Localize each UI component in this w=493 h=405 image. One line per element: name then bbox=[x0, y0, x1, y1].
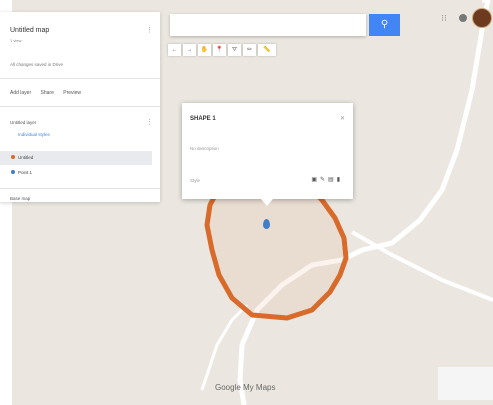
layer-style-link[interactable]: Individual styles bbox=[18, 132, 50, 137]
google-logo: Google My Maps bbox=[215, 383, 276, 392]
pin-icon bbox=[11, 170, 15, 174]
map-title[interactable]: Untitled map bbox=[10, 27, 49, 34]
card-actions: ▣✎▤▮ bbox=[311, 176, 343, 183]
road-east bbox=[351, 230, 493, 302]
more-menu-icon[interactable]: ⋮ bbox=[146, 26, 153, 34]
feature-title[interactable]: SHAPE 1 bbox=[190, 116, 216, 122]
map-marker-pin[interactable] bbox=[263, 219, 270, 229]
map-sidebar: Untitled map ⋮ 1 view All changes saved … bbox=[0, 12, 160, 202]
card-pointer bbox=[261, 199, 273, 206]
add-layer-button[interactable]: Add layer bbox=[10, 90, 31, 96]
fill-icon[interactable]: ▤ bbox=[328, 177, 337, 183]
feature-info-card: SHAPE 1 ✕ No description Style ▣✎▤▮ bbox=[182, 103, 353, 199]
card-menu-icon[interactable]: ✕ bbox=[340, 115, 345, 122]
feature-description[interactable]: No description bbox=[190, 146, 219, 151]
add-marker-icon[interactable]: 📍 bbox=[213, 44, 226, 56]
style-button[interactable]: Style bbox=[190, 178, 200, 183]
divider bbox=[0, 78, 160, 79]
list-item-point[interactable]: Point 1 bbox=[18, 170, 32, 175]
divider bbox=[0, 106, 160, 107]
base-map-toggle[interactable]: Base map bbox=[10, 196, 30, 201]
redo-button[interactable]: → bbox=[183, 44, 196, 56]
map-toolbar: ← → ✋ 📍 ⛛ ✏ 📏 bbox=[168, 44, 276, 56]
undo-button[interactable]: ← bbox=[168, 44, 181, 56]
layer-menu-icon[interactable]: ⋮ bbox=[146, 118, 153, 126]
avatar[interactable] bbox=[472, 8, 492, 28]
shape-boundary[interactable] bbox=[204, 188, 349, 321]
search-input[interactable] bbox=[170, 14, 366, 36]
directions-icon[interactable]: ✏ bbox=[243, 44, 256, 56]
search-icon: ⚲ bbox=[380, 19, 389, 30]
list-item-shape[interactable]: Untitled bbox=[18, 155, 33, 160]
pan-tool-icon[interactable]: ✋ bbox=[198, 44, 211, 56]
app-frame: Untitled map ⋮ 1 view All changes saved … bbox=[0, 0, 493, 405]
divider bbox=[0, 188, 160, 189]
shape-icon bbox=[11, 155, 15, 159]
edit-icon[interactable]: ✎ bbox=[320, 177, 328, 183]
map-subtitle: 1 view bbox=[10, 38, 22, 43]
share-button[interactable]: Share bbox=[41, 90, 54, 96]
notifications-icon[interactable] bbox=[459, 14, 467, 22]
draw-line-icon[interactable]: ⛛ bbox=[228, 44, 241, 56]
camera-icon[interactable]: ▣ bbox=[311, 177, 320, 183]
apps-grid-icon[interactable]: ⁝⁝ bbox=[440, 14, 448, 23]
save-status: All changes saved in Drive bbox=[10, 62, 64, 67]
preview-button[interactable]: Preview bbox=[63, 90, 81, 96]
delete-icon[interactable]: ▮ bbox=[337, 177, 343, 183]
layer-name[interactable]: Untitled layer bbox=[10, 120, 36, 125]
map-scale-attribution bbox=[438, 367, 493, 400]
road-main bbox=[361, 0, 491, 253]
sidebar-actions: Add layer Share Preview bbox=[10, 90, 89, 96]
measure-icon[interactable]: 📏 bbox=[258, 44, 276, 56]
search-button[interactable]: ⚲ bbox=[369, 14, 400, 36]
